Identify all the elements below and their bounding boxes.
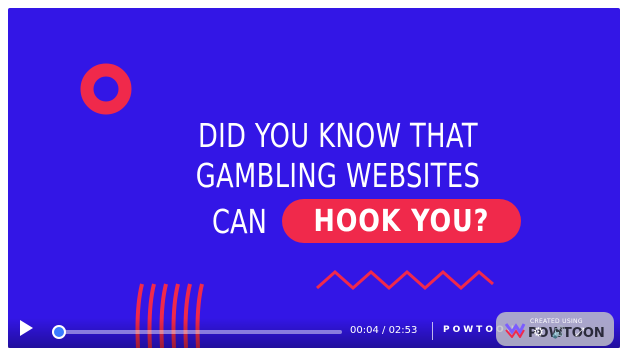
play-icon[interactable] [18,318,34,338]
zigzag-decoration [316,269,494,290]
duration: 02:53 [388,325,418,336]
headline-prefix: CAN [212,201,267,241]
video-frame[interactable]: DID YOU KNOW THAT GAMBLING WEBSITES [8,8,620,348]
time-display: 00:04 / 02:53 [350,325,417,336]
highlight-text: HOOK YOU? [313,203,490,239]
highlight-pill: HOOK YOU? [282,199,521,243]
powtoon-logo-icon [504,323,526,338]
current-time: 00:04 [350,325,379,336]
controls-divider [432,322,433,340]
time-separator: / [378,325,389,336]
progress-knob[interactable] [51,325,66,339]
ring-decoration [80,63,132,115]
fullscreen-icon[interactable]: ⤢ [575,326,585,338]
headline-line-3: CAN HOOK YOU? [212,198,521,244]
headline: DID YOU KNOW THAT GAMBLING WEBSITES [174,116,502,196]
volume-icon[interactable]: 🔊 [552,326,567,338]
control-icons: ⚙ 🔊 ⤢ [533,326,584,338]
progress-track[interactable] [51,325,342,339]
headline-line-1: DID YOU KNOW THAT [197,116,479,155]
badge-caption: CREATED USING [530,318,583,325]
headline-line-2: GAMBLING WEBSITES [195,156,481,195]
settings-icon[interactable]: ⚙ [533,326,544,338]
